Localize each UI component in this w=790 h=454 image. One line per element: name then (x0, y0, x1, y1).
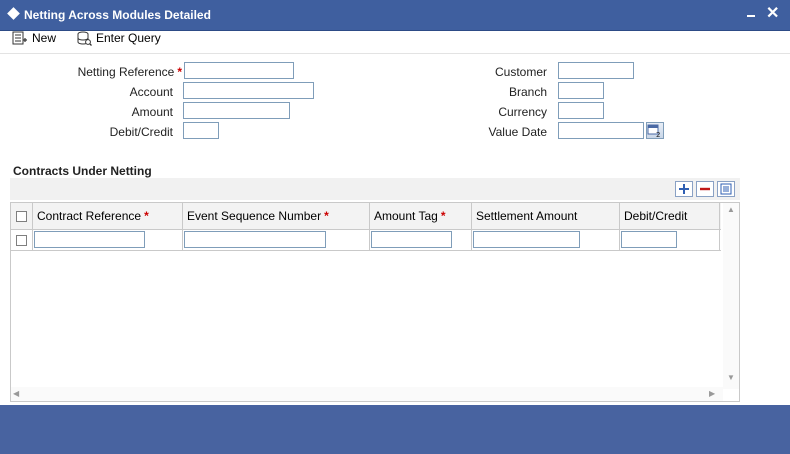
col-amount-tag-label: Amount Tag (374, 209, 438, 223)
row-checkbox[interactable] (16, 234, 27, 246)
amount-tag-cell (370, 230, 472, 250)
horizontal-scrollbar[interactable]: ◀ ▶ (11, 387, 723, 401)
col-settlement-amount: Settlement Amount (472, 203, 620, 229)
scroll-left-icon[interactable]: ◀ (13, 389, 19, 398)
col-settlement-amount-label: Settlement Amount (476, 209, 578, 223)
new-document-icon (12, 31, 28, 45)
col-contract-reference: Contract Reference * (33, 203, 183, 229)
col-debit-credit: Debit/Credit (620, 203, 720, 229)
footer-bar (0, 405, 790, 454)
col-debit-credit-label: Debit/Credit (624, 209, 688, 223)
app-diamond-icon (7, 7, 20, 20)
new-label: New (32, 31, 57, 45)
netting-reference-label: Netting Reference * (77, 65, 182, 79)
database-query-icon (76, 31, 92, 46)
svg-text:2: 2 (656, 131, 660, 138)
settlement-amount-cell (472, 230, 620, 250)
contract-reference-input[interactable] (34, 231, 145, 248)
debit-credit-label: Debit/Credit (109, 125, 173, 139)
col-contract-reference-label: Contract Reference (37, 209, 142, 223)
single-view-button[interactable] (717, 181, 735, 197)
col-event-sequence-number: Event Sequence Number * (183, 203, 370, 229)
scroll-right-icon[interactable]: ▶ (709, 389, 715, 398)
amount-label: Amount (131, 105, 173, 119)
customer-label: Customer (494, 65, 547, 79)
required-mark: * (324, 209, 329, 223)
row-select-cell (11, 230, 33, 250)
grid-toolbar (10, 178, 740, 200)
delete-row-button[interactable] (696, 181, 714, 197)
contracts-grid: Contract Reference * Event Sequence Numbe… (10, 202, 740, 402)
account-input[interactable] (183, 82, 314, 99)
row-debit-credit-input[interactable] (621, 231, 677, 248)
title-bar: Netting Across Modules Detailed ✕ (0, 0, 790, 31)
currency-label: Currency (498, 105, 547, 119)
amount-tag-input[interactable] (371, 231, 452, 248)
vertical-scrollbar[interactable]: ▲ ▼ (723, 203, 739, 389)
value-date-label: Value Date (488, 125, 547, 139)
grid-header-row: Contract Reference * Event Sequence Numbe… (11, 203, 721, 230)
col-amount-tag: Amount Tag * (370, 203, 472, 229)
required-mark: * (144, 209, 149, 223)
select-all-checkbox[interactable] (16, 210, 27, 222)
col-event-sequence-label: Event Sequence Number (187, 209, 322, 223)
contracts-section-title: Contracts Under Netting (13, 164, 152, 178)
customer-input[interactable] (558, 62, 634, 79)
account-label: Account (129, 85, 173, 99)
currency-input[interactable] (558, 102, 604, 119)
event-sequence-cell (183, 230, 370, 250)
add-row-button[interactable] (675, 181, 693, 197)
branch-input[interactable] (558, 82, 604, 99)
contract-reference-cell (33, 230, 183, 250)
minimize-icon[interactable] (746, 6, 758, 20)
required-mark: * (440, 209, 446, 223)
debit-credit-cell (620, 230, 720, 250)
branch-label: Branch (508, 85, 547, 99)
value-date-input[interactable] (558, 122, 644, 139)
event-sequence-input[interactable] (184, 231, 326, 248)
new-button[interactable]: New (12, 30, 56, 46)
netting-reference-input[interactable] (184, 62, 294, 79)
required-mark: * (177, 65, 182, 79)
select-all-cell (11, 203, 33, 229)
enter-query-label: Enter Query (96, 31, 161, 45)
scroll-up-icon[interactable]: ▲ (727, 205, 735, 214)
scroll-down-icon[interactable]: ▼ (727, 373, 735, 382)
enter-query-button[interactable]: Enter Query (76, 30, 161, 46)
settlement-amount-input[interactable] (473, 231, 580, 248)
table-row (11, 230, 721, 251)
window-title: Netting Across Modules Detailed (24, 8, 211, 22)
calendar-icon[interactable]: 2 (646, 122, 664, 139)
debit-credit-input[interactable] (183, 122, 219, 139)
close-icon[interactable]: ✕ (766, 3, 779, 23)
amount-input[interactable] (183, 102, 290, 119)
